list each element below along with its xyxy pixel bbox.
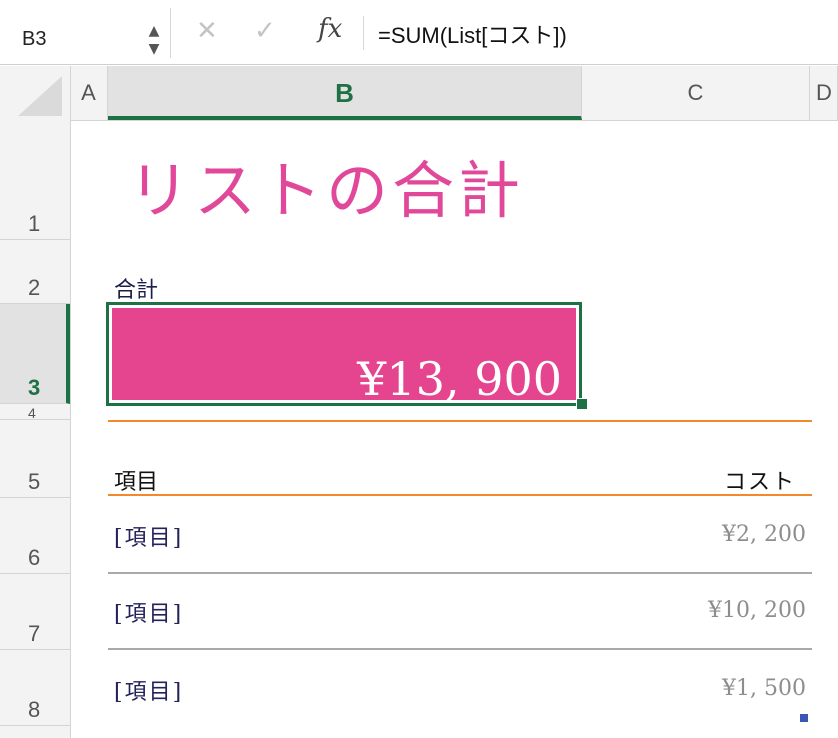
total-value: ¥13, 900 (357, 352, 562, 406)
table-header-rule (108, 494, 812, 496)
section-rule (108, 420, 812, 422)
sheet-title[interactable]: リストの合計 (128, 140, 524, 230)
select-all-corner[interactable] (0, 66, 71, 120)
fill-handle[interactable] (576, 398, 588, 410)
row-header-2[interactable]: 2 (0, 240, 70, 304)
row-header-1[interactable]: 1 (0, 120, 70, 240)
row-header-7[interactable]: 7 (0, 574, 70, 650)
table-row-divider (108, 572, 812, 574)
table-row-cost[interactable]: ¥2, 200 (606, 522, 806, 547)
row-header-6[interactable]: 6 (0, 498, 70, 574)
row-header-bar: 1 2 3 4 5 6 7 8 (0, 120, 71, 738)
table-resize-handle[interactable] (800, 714, 808, 722)
table-row-item[interactable]: [項目] (114, 596, 183, 628)
column-header-bar: A B C D (0, 66, 838, 121)
table-row-item[interactable]: [項目] (114, 520, 183, 552)
total-fill: ¥13, 900 (112, 308, 576, 406)
table-header-cost[interactable]: コスト (724, 464, 796, 496)
table-row-cost[interactable]: ¥1, 500 (606, 676, 806, 701)
table-row-divider (108, 648, 812, 650)
selected-cell-b3[interactable]: ¥13, 900 (106, 302, 582, 406)
column-header-c[interactable]: C (582, 66, 810, 120)
table-row-item[interactable]: [項目] (114, 674, 183, 706)
name-box-value[interactable]: B3 (22, 28, 46, 51)
column-header-a[interactable]: A (70, 66, 108, 120)
name-box-stepper[interactable]: ▲ ▼ (146, 22, 162, 58)
formula-input[interactable]: =SUM(List[コスト]) (378, 18, 567, 50)
row-header-5[interactable]: 5 (0, 420, 70, 498)
column-header-b[interactable]: B (108, 66, 582, 120)
select-all-triangle-icon[interactable] (18, 76, 62, 116)
chevron-down-icon[interactable]: ▼ (146, 40, 162, 58)
chevron-up-icon[interactable]: ▲ (146, 22, 162, 40)
cancel-icon[interactable]: ✕ (196, 16, 218, 46)
total-label[interactable]: 合計 (114, 272, 158, 304)
table-row-cost[interactable]: ¥10, 200 (606, 598, 806, 623)
function-icon[interactable]: fx (318, 14, 342, 44)
row-header-3[interactable]: 3 (0, 304, 70, 404)
check-icon[interactable]: ✓ (254, 16, 276, 46)
row-header-4[interactable]: 4 (0, 404, 70, 421)
name-box[interactable]: B3 ▲ ▼ (0, 8, 171, 58)
table-header-item[interactable]: 項目 (114, 464, 158, 496)
row-header-8[interactable]: 8 (0, 650, 70, 726)
column-header-d[interactable]: D (810, 66, 838, 120)
formula-divider (363, 16, 364, 50)
formula-bar: B3 ▲ ▼ ✕ ✓ fx =SUM(List[コスト]) (0, 0, 838, 65)
